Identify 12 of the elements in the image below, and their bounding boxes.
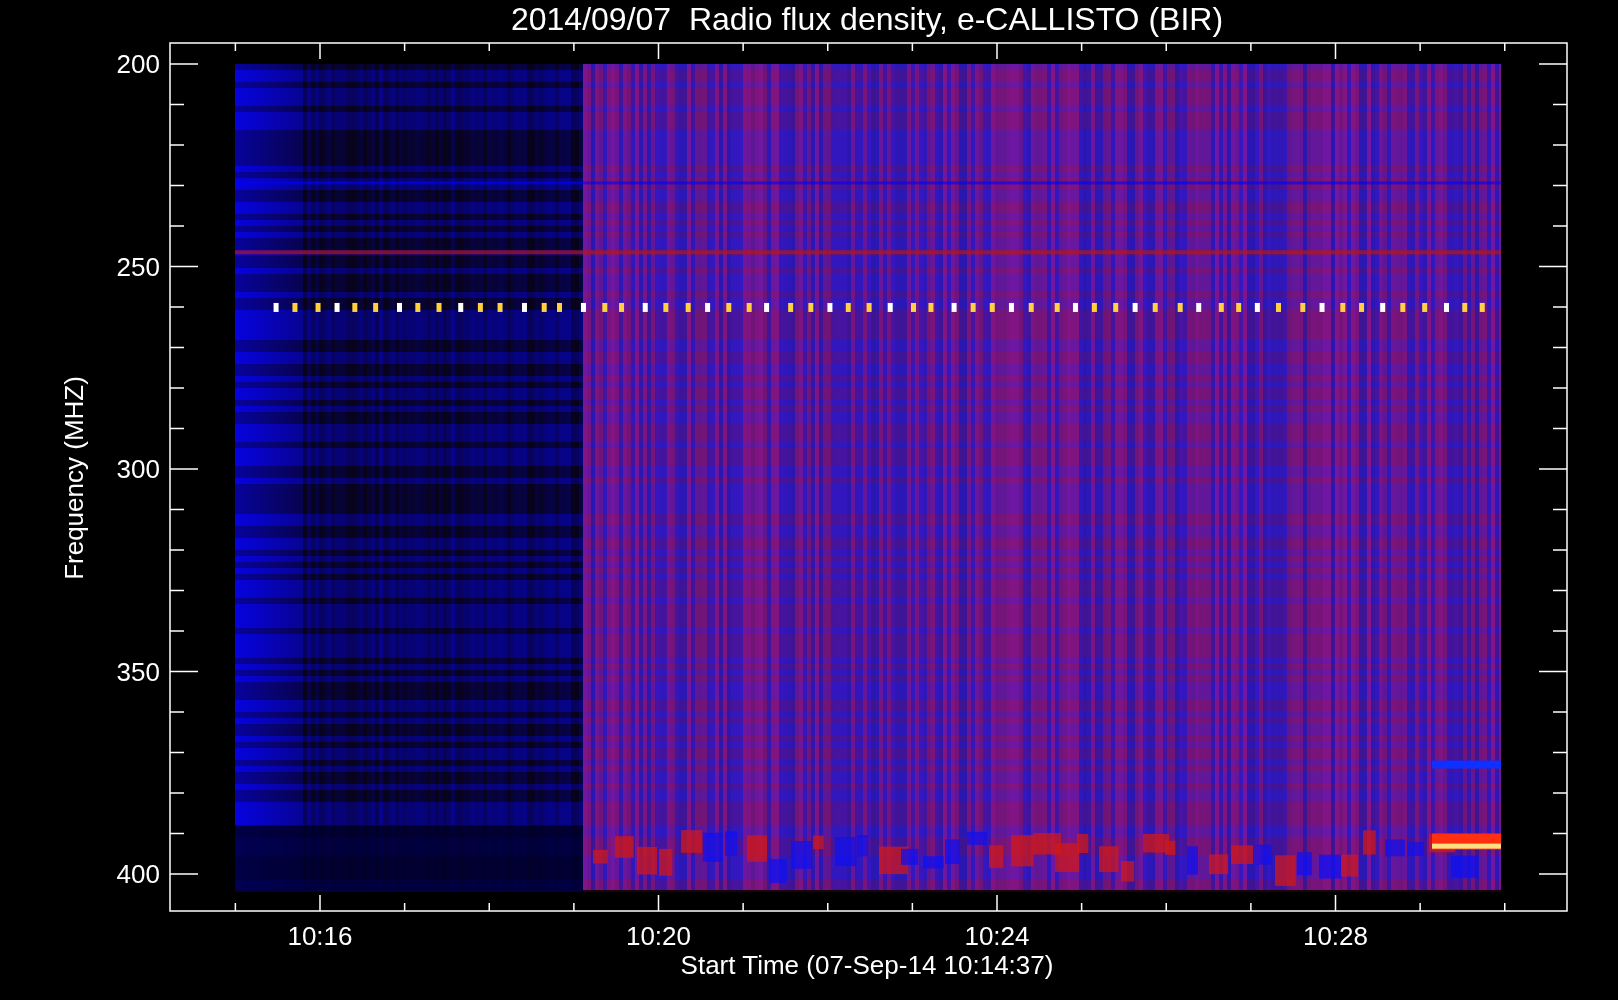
- axis-label: Start Time (07-Sep-14 10:14:37): [680, 950, 1054, 980]
- chart-title: 2014/09/07 Radio flux density, e-CALLISTO (BIR): [510, 1, 1224, 37]
- tick-label: 10:24: [964, 921, 1030, 951]
- tick-label: 350: [116, 656, 160, 687]
- tick-label: 200: [116, 49, 160, 79]
- axis-label: Frequency (MHZ): [59, 376, 89, 580]
- tick-label: 10:28: [1302, 921, 1369, 951]
- tick-label: 250: [116, 251, 160, 282]
- tick-label: 10:20: [625, 921, 692, 951]
- tick-label: 400: [116, 859, 160, 889]
- tick-label: 300: [116, 454, 160, 484]
- tick-label: 10:16: [287, 921, 353, 951]
